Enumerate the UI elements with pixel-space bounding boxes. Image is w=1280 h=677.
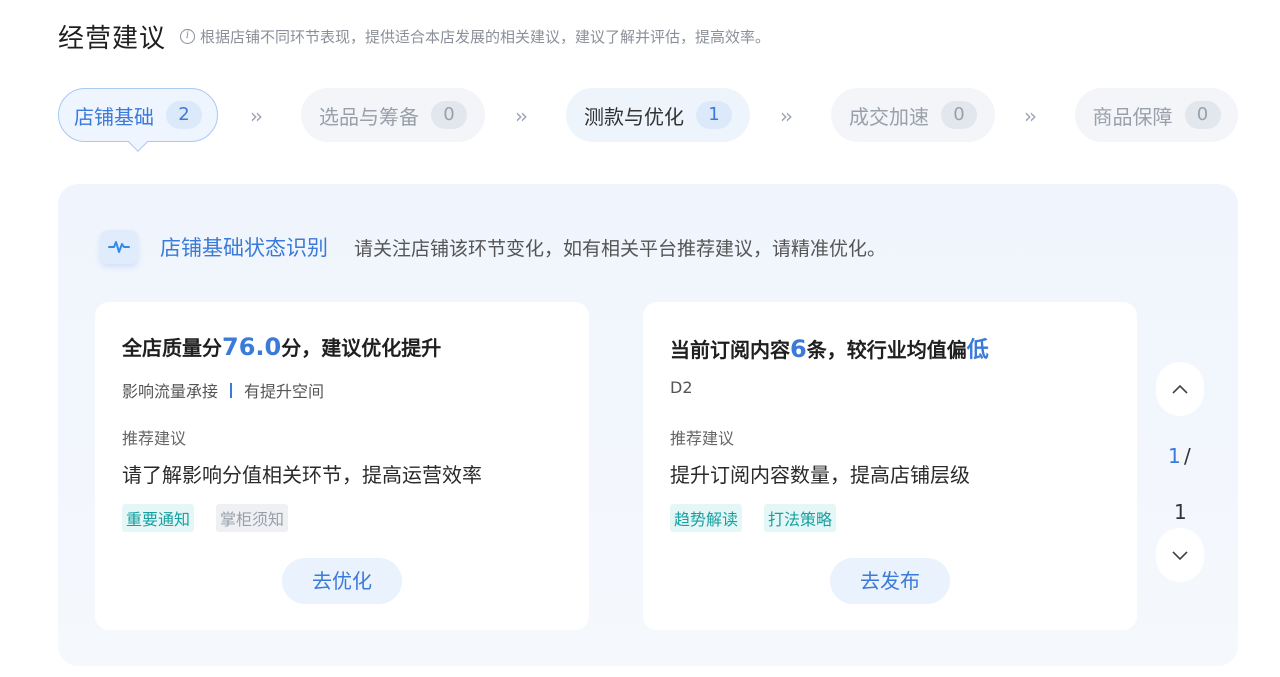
card-subtitle: 影响流量承接 有提升空间: [122, 378, 324, 402]
page-total: 1: [1174, 500, 1187, 524]
optimize-button[interactable]: 去优化: [282, 558, 402, 604]
card-sub-item: 有提升空间: [244, 382, 325, 401]
section-title: 店铺基础状态识别: [160, 236, 328, 260]
chevron-right-icon: ››: [515, 104, 528, 128]
suggestion-panel: 店铺基础状态识别 请关注店铺该环节变化，如有相关平台推荐建议，请精准优化。 全店…: [58, 184, 1238, 666]
pulse-icon: [100, 230, 138, 264]
card-sub-item: 影响流量承接: [122, 382, 219, 401]
page-down-button[interactable]: [1156, 528, 1204, 582]
divider: [230, 382, 233, 398]
publish-button[interactable]: 去发布: [830, 558, 950, 604]
page-separator: /: [1184, 444, 1191, 468]
tag[interactable]: 掌柜须知: [216, 504, 289, 532]
tab-count: 2: [166, 101, 202, 129]
tab-label: 商品保障: [1092, 104, 1173, 129]
card-subtitle: D2: [670, 378, 693, 397]
card-title-highlight: 6: [790, 335, 807, 363]
suggestion-card: 当前订阅内容6条，较行业均值偏低 D2 推荐建议 提升订阅内容数量，提高店铺层级…: [643, 302, 1137, 630]
step-tabs: 店铺基础 2 ›› 选品与筹备 0 ›› 测款与优化 1 ›› 成交加速 0 ›…: [58, 86, 1238, 152]
tag[interactable]: 打法策略: [764, 504, 837, 532]
rec-label: 推荐建议: [122, 429, 187, 448]
tab-label: 选品与筹备: [319, 104, 419, 129]
section-header: 店铺基础状态识别 请关注店铺该环节变化，如有相关平台推荐建议，请精准优化。: [100, 230, 886, 264]
tab-count: 0: [431, 101, 467, 129]
page-current: 1: [1168, 444, 1181, 468]
rec-text: 请了解影响分值相关环节，提高运营效率: [122, 463, 482, 487]
section-desc: 请关注店铺该环节变化，如有相关平台推荐建议，请精准优化。: [354, 237, 887, 260]
tab-store-basics[interactable]: 店铺基础 2: [58, 88, 218, 152]
suggestion-card: 全店质量分76.0分，建议优化提升 影响流量承接 有提升空间 推荐建议 请了解影…: [95, 302, 589, 630]
rec-label: 推荐建议: [670, 429, 735, 448]
hint-text: 根据店铺不同环节表现，提供适合本店发展的相关建议，建议了解并评估，提高效率。: [200, 28, 771, 46]
page-hint: i 根据店铺不同环节表现，提供适合本店发展的相关建议，建议了解并评估，提高效率。: [180, 26, 770, 47]
card-title-highlight: 76.0: [222, 333, 282, 361]
page-up-button[interactable]: [1156, 362, 1204, 416]
tab-label: 测款与优化: [584, 104, 684, 129]
card-title: 当前订阅内容6条，较行业均值偏低: [670, 332, 989, 364]
card-title-highlight: 低: [966, 338, 989, 363]
tag[interactable]: 重要通知: [122, 504, 195, 532]
tab-product-guarantee[interactable]: 商品保障 0: [1075, 88, 1238, 142]
tab-product-selection[interactable]: 选品与筹备 0: [301, 88, 485, 142]
rec-text: 提升订阅内容数量，提高店铺层级: [670, 463, 970, 487]
tab-deal-acceleration[interactable]: 成交加速 0: [831, 88, 995, 142]
tag[interactable]: 趋势解读: [670, 504, 743, 532]
tab-label: 成交加速: [849, 104, 929, 129]
active-pointer: [128, 132, 148, 152]
chevron-down-icon: [1172, 551, 1188, 561]
card-title: 全店质量分76.0分，建议优化提升: [122, 332, 441, 361]
card-title-text: 全店质量分: [122, 336, 222, 360]
card-title-text: 当前订阅内容: [670, 338, 790, 362]
tab-count: 0: [941, 101, 977, 129]
tag-list: 趋势解读 打法策略: [670, 504, 837, 532]
tab-count: 0: [1184, 101, 1221, 129]
card-sub-item: D2: [670, 378, 693, 397]
page-title: 经营建议: [58, 24, 167, 54]
tab-testing-optimization[interactable]: 测款与优化 1: [566, 88, 750, 142]
info-icon: i: [180, 29, 196, 44]
tag-list: 重要通知 掌柜须知: [122, 504, 289, 532]
tab-label: 店铺基础: [74, 104, 154, 129]
card-title-text: 条，较行业均值偏: [806, 338, 967, 362]
chevron-right-icon: ››: [780, 104, 793, 128]
header: 经营建议 i 根据店铺不同环节表现，提供适合本店发展的相关建议，建议了解并评估，…: [58, 18, 770, 55]
chevron-right-icon: ››: [1024, 104, 1037, 128]
tab-count: 1: [696, 101, 732, 129]
chevron-right-icon: ››: [250, 104, 263, 128]
chevron-up-icon: [1172, 384, 1188, 394]
card-title-text: 分，建议优化提升: [281, 336, 442, 360]
